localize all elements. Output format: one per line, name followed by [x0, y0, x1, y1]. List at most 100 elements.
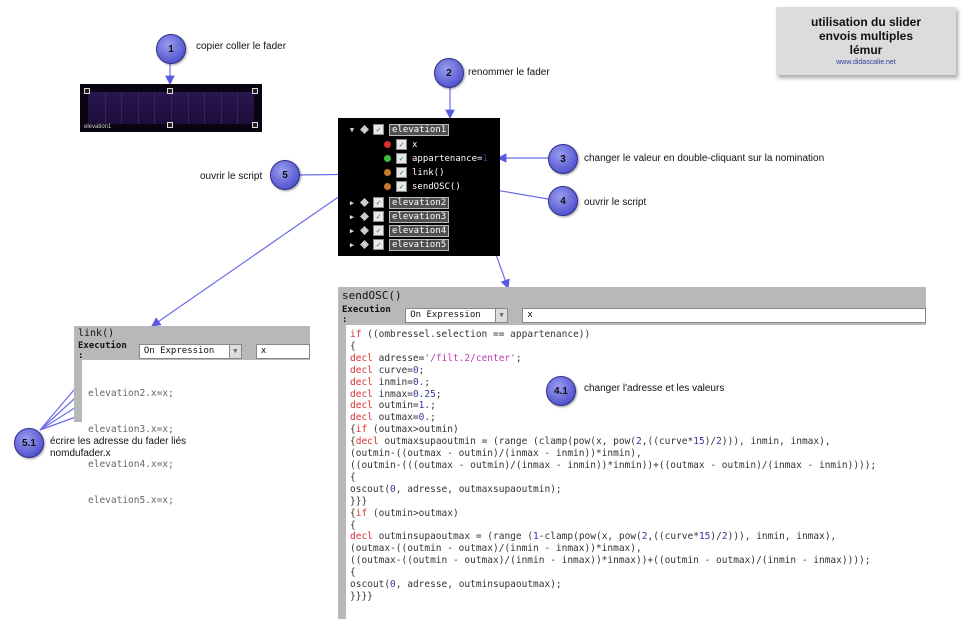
- code-line: }}}}: [350, 590, 373, 602]
- code-line: {if (outmin>outmax): [350, 507, 459, 519]
- step-3-badge: 3: [548, 144, 578, 174]
- tree-row-elevation1[interactable]: ▼ ✓ elevation1: [348, 123, 450, 136]
- code-line: oscout(0, adresse, outminsupaoutmax);: [350, 579, 562, 591]
- note-5: ouvrir le script: [200, 171, 263, 182]
- fader-handle-tc[interactable]: [167, 88, 173, 94]
- link-variable-field[interactable]: x: [255, 343, 310, 359]
- step-4-badge: 4: [548, 186, 578, 216]
- checkbox-icon[interactable]: ✓: [373, 211, 384, 222]
- object-icon: [360, 212, 369, 221]
- object-icon: [360, 125, 369, 134]
- fader-handle-tr[interactable]: [252, 88, 258, 94]
- step-1-badge: 1: [156, 34, 186, 64]
- step-5-1-badge: 5.1: [14, 428, 44, 458]
- orange-dot-icon: [384, 183, 391, 190]
- code-line: (outmax-((outmin - outmax)/(inmin - inma…: [350, 543, 642, 555]
- tree-label-elevation3[interactable]: elevation3: [389, 210, 450, 223]
- sendosc-script-panel: sendOSC() Execution : On Expression ▼ x …: [338, 287, 926, 619]
- checkbox-icon[interactable]: ✓: [373, 124, 384, 135]
- appartenance-value[interactable]: 1: [482, 154, 487, 164]
- link-code-area[interactable]: elevation2.x=x; elevation3.x=x; elevatio…: [82, 360, 174, 506]
- sendosc-code-area[interactable]: if ((ombressel.selection == appartenance…: [346, 325, 876, 619]
- green-dot-icon: [384, 155, 391, 162]
- code-line: elevation2.x=x;: [88, 387, 174, 399]
- link-panel-title: link(): [74, 326, 310, 342]
- fader-handle-bc[interactable]: [167, 122, 173, 128]
- code-line: elevation5.x=x;: [88, 494, 174, 506]
- expand-down-icon[interactable]: ▼: [348, 126, 356, 134]
- code-line: decl adresse='/filt.2/center';: [350, 352, 522, 364]
- fader-label: elevation1: [84, 124, 112, 130]
- code-line: {: [350, 340, 356, 352]
- fader-widget[interactable]: elevation1: [80, 84, 262, 132]
- tree-row-elevation5[interactable]: ▶ ✓ elevation5: [348, 238, 450, 251]
- chevron-down-icon[interactable]: ▼: [229, 343, 242, 359]
- checkbox-icon[interactable]: ✓: [396, 167, 407, 178]
- sendosc-panel-title: sendOSC(): [338, 287, 926, 305]
- code-line: oscout(0, adresse, outmaxsupaoutmin);: [350, 483, 562, 495]
- expand-right-icon[interactable]: ▶: [348, 213, 356, 221]
- checkbox-icon[interactable]: ✓: [396, 181, 407, 192]
- note-4-1: changer l'adresse et les valeurs: [584, 383, 725, 394]
- object-icon: [360, 240, 369, 249]
- tree-label-sendosc[interactable]: sendOSC(): [412, 182, 461, 192]
- note-5-1-a: écrire les adresse du fader liés: [50, 436, 187, 447]
- step-4-1-badge: 4.1: [546, 376, 576, 406]
- note-1: copier coller le fader: [196, 41, 287, 52]
- fader-track[interactable]: [88, 92, 254, 124]
- tree-row-elevation3[interactable]: ▶ ✓ elevation3: [348, 210, 450, 223]
- link-script-panel: link() Execution : On Expression ▼ x ele…: [74, 326, 310, 506]
- arrow-5b: [151, 181, 361, 327]
- step-5-badge: 5: [270, 160, 300, 190]
- checkbox-icon[interactable]: ✓: [373, 239, 384, 250]
- checkbox-icon[interactable]: ✓: [373, 225, 384, 236]
- sendosc-execution-bar: Execution : On Expression ▼ x: [338, 305, 926, 325]
- chevron-down-icon[interactable]: ▼: [495, 307, 509, 323]
- tree-row-link[interactable]: ✓ link(): [382, 166, 445, 179]
- code-line: ((outmax-((outmin - outmax)/(inmin - inm…: [350, 555, 871, 567]
- expand-right-icon[interactable]: ▶: [348, 199, 356, 207]
- red-dot-icon: [384, 141, 391, 148]
- code-line: {: [350, 567, 356, 579]
- code-line: }}}: [350, 495, 368, 507]
- tree-row-elevation2[interactable]: ▶ ✓ elevation2: [348, 196, 450, 209]
- code-line: if ((ombressel.selection == appartenance…: [350, 329, 591, 340]
- sendosc-execution-label: Execution :: [342, 305, 391, 325]
- code-line: ((outmin-(((outmax - outmin)/(inmax - in…: [350, 459, 877, 471]
- step-2-badge: 2: [434, 58, 464, 88]
- expand-right-icon[interactable]: ▶: [348, 227, 356, 235]
- code-line: decl curve=0;: [350, 364, 425, 376]
- tree-label-elevation1[interactable]: elevation1: [389, 123, 450, 136]
- expand-right-icon[interactable]: ▶: [348, 241, 356, 249]
- link-execution-select[interactable]: On Expression: [138, 343, 230, 359]
- tree-row-x[interactable]: ✓ x: [382, 138, 417, 151]
- code-line: decl outminsupaoutmax = (range (1-clamp(…: [350, 531, 837, 543]
- checkbox-icon[interactable]: ✓: [373, 197, 384, 208]
- link-execution-label: Execution :: [78, 341, 127, 361]
- fader-handle-br[interactable]: [252, 122, 258, 128]
- link-execution-bar: Execution : On Expression ▼ x: [74, 341, 310, 361]
- code-line: elevation4.x=x;: [88, 459, 174, 471]
- tree-label-link[interactable]: link(): [412, 168, 445, 178]
- tree-label-elevation2[interactable]: elevation2: [389, 196, 450, 209]
- tree-label-appartenance[interactable]: appartenance=: [412, 154, 482, 164]
- orange-dot-icon: [384, 169, 391, 176]
- tree-row-sendosc[interactable]: ✓ sendOSC(): [382, 180, 461, 193]
- code-line: {decl outmaxsupaoutmin = (range (clamp(p…: [350, 436, 831, 448]
- checkbox-icon[interactable]: ✓: [396, 139, 407, 150]
- tree-label-x[interactable]: x: [412, 140, 417, 150]
- sendosc-execution-select[interactable]: On Expression: [405, 307, 496, 323]
- code-line: {: [350, 519, 356, 531]
- tree-label-elevation4[interactable]: elevation4: [389, 224, 450, 237]
- sendosc-variable-field[interactable]: x: [522, 307, 926, 323]
- object-icon: [360, 226, 369, 235]
- tree-row-appartenance[interactable]: ✓ appartenance= 1: [382, 152, 488, 165]
- note-3: changer le valeur en double-cliquant sur…: [584, 153, 825, 164]
- code-line: decl outmax=0.;: [350, 412, 436, 424]
- note-5-1-b: nomdufader.x: [50, 448, 111, 459]
- tree-label-elevation5[interactable]: elevation5: [389, 238, 450, 251]
- tree-row-elevation4[interactable]: ▶ ✓ elevation4: [348, 224, 450, 237]
- fader-handle-tl[interactable]: [84, 88, 90, 94]
- note-2: renommer le fader: [468, 67, 550, 78]
- checkbox-icon[interactable]: ✓: [396, 153, 407, 164]
